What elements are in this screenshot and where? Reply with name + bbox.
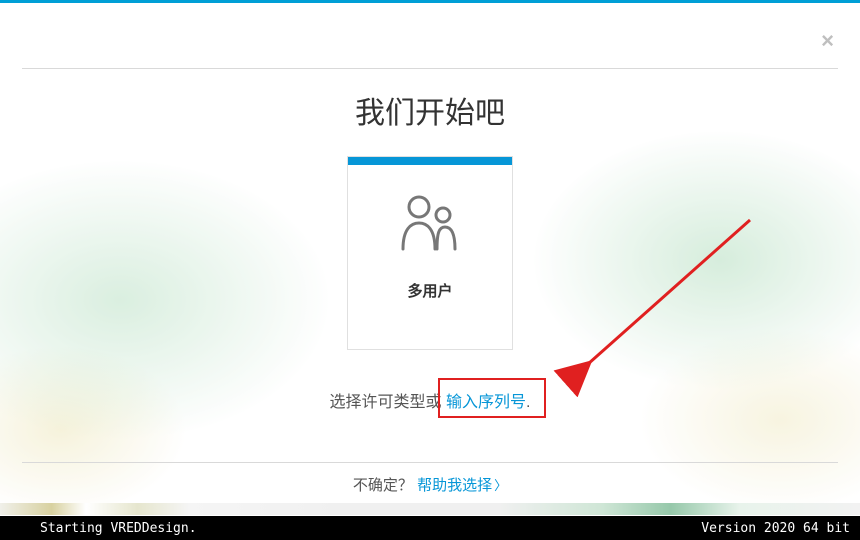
status-bar: Starting VREDDesign. Version 2020 64 bit [0,516,860,540]
license-prompt: 选择许可类型或 输入序列号. [0,388,860,412]
status-right: Version 2020 64 bit [701,521,850,536]
help-me-choose-link[interactable]: 帮助我选择 [417,477,492,494]
annotation-arrow [540,200,800,400]
card-accent-bar [348,157,512,165]
multiuser-icon [397,193,463,256]
card-label: 多用户 [407,280,452,301]
chevron-right-icon: 〉 [494,478,507,493]
close-icon[interactable]: × [821,30,834,52]
window-top-accent [0,0,860,3]
divider-bottom [22,462,838,463]
window-bottom-art-strip [0,503,860,515]
divider-top [22,68,838,69]
page-title: 我们开始吧 [0,88,860,132]
status-left: Starting VREDDesign. [40,521,197,536]
footer-help: 不确定？ 帮助我选择〉 [0,474,860,495]
prompt-suffix: . [526,394,530,411]
license-option-multiuser[interactable]: 多用户 [347,156,513,350]
footer-prefix: 不确定？ [353,477,413,494]
enter-serial-link[interactable]: 输入序列号 [446,394,526,411]
prompt-prefix: 选择许可类型或 [330,394,446,411]
